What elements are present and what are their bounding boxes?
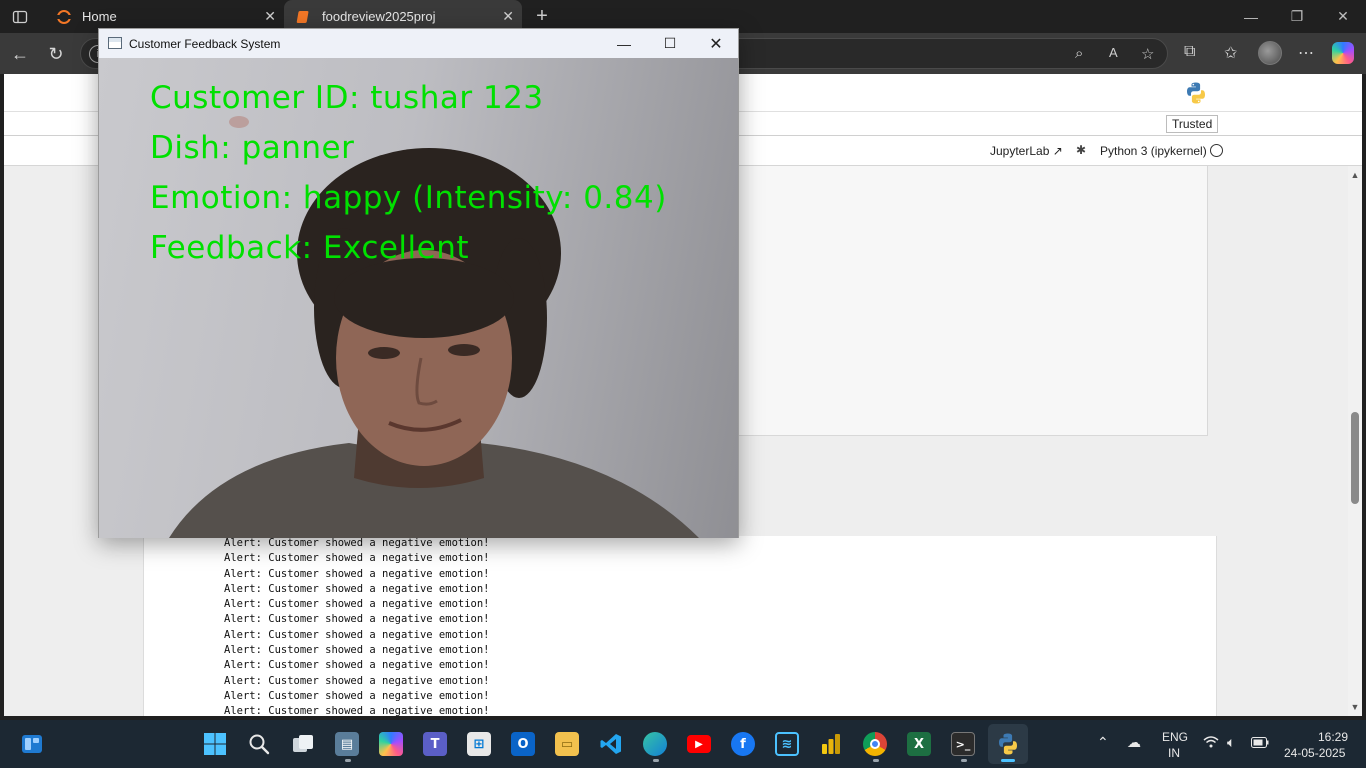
- refresh-icon[interactable]: ↻: [41, 39, 71, 69]
- minimize-icon[interactable]: —: [601, 29, 647, 58]
- extensions-icon[interactable]: ⧉: [1184, 43, 1195, 61]
- vscode-icon[interactable]: [595, 728, 627, 760]
- output-line: Alert: Customer showed a negative emotio…: [224, 582, 490, 595]
- output-line: Alert: Customer showed a negative emotio…: [224, 628, 490, 641]
- output-line: Alert: Customer showed a negative emotio…: [224, 552, 490, 565]
- edge-icon[interactable]: [639, 728, 671, 760]
- wifi-icon[interactable]: [1203, 736, 1219, 751]
- output-line: Alert: Customer showed a negative emotio…: [224, 674, 490, 687]
- region-code[interactable]: IN: [1168, 746, 1180, 760]
- notebook-cell[interactable]: [738, 166, 1208, 436]
- running-indicator: [961, 759, 967, 762]
- output-line: Alert: Customer showed a negative emotio…: [224, 598, 490, 611]
- minimize-icon[interactable]: —: [1228, 0, 1274, 33]
- widgets-icon[interactable]: [16, 728, 48, 760]
- terminal-icon[interactable]: >_: [947, 728, 979, 760]
- power-bi-icon[interactable]: [815, 728, 847, 760]
- window-title: Customer Feedback System: [129, 37, 281, 51]
- task-view-icon[interactable]: [287, 728, 319, 760]
- excel-icon[interactable]: X: [903, 728, 935, 760]
- favorites-icon[interactable]: ✩: [1224, 43, 1237, 63]
- desktop-app-icon[interactable]: ▤: [331, 728, 363, 760]
- output-log: Alert: Customer showed a negative emotio…: [224, 536, 490, 720]
- kernel-status-icon: [1210, 144, 1223, 157]
- output-line: Alert: Customer showed a negative emotio…: [224, 689, 490, 702]
- facebook-icon[interactable]: f: [727, 728, 759, 760]
- read-aloud-icon[interactable]: A: [1109, 45, 1118, 60]
- show-hidden-icons-icon[interactable]: ⌃: [1097, 734, 1109, 751]
- language-code[interactable]: ENG: [1162, 730, 1188, 744]
- output-line: Alert: Customer showed a negative emotio…: [224, 705, 490, 718]
- close-window-icon[interactable]: ✕: [1320, 0, 1366, 33]
- webcam-frame: Customer ID: tushar 123 Dish: panner Emo…: [99, 58, 738, 538]
- notebook-favicon-icon: [296, 9, 312, 25]
- back-icon[interactable]: ←: [5, 39, 35, 69]
- output-line: Alert: Customer showed a negative emotio…: [224, 659, 490, 672]
- scroll-up-icon[interactable]: ▲: [1350, 170, 1360, 180]
- teams-icon[interactable]: T: [419, 728, 451, 760]
- output-line: Alert: Customer showed a negative emotio…: [224, 567, 490, 580]
- output-line: Alert: Customer showed a negative emotio…: [224, 537, 490, 549]
- maximize-icon[interactable]: ☐: [647, 29, 693, 58]
- more-icon[interactable]: ⋯: [1298, 43, 1314, 63]
- window-app-icon: [108, 37, 122, 49]
- kernel-name[interactable]: Python 3 (ipykernel): [1100, 144, 1207, 158]
- tab-home-title: Home: [82, 9, 117, 24]
- jupyterlab-link[interactable]: JupyterLab ↗: [990, 144, 1063, 158]
- chrome-icon[interactable]: [859, 728, 891, 760]
- home-favicon-icon: [56, 9, 72, 25]
- close-tab-icon[interactable]: ✕: [502, 8, 514, 25]
- cell-output: Alert: Customer showed a negative emotio…: [143, 536, 1217, 717]
- close-tab-icon[interactable]: ✕: [264, 8, 276, 25]
- azure-data-studio-icon[interactable]: ≋: [771, 728, 803, 760]
- external-link-icon: ↗: [1052, 144, 1063, 158]
- file-explorer-icon[interactable]: ▭: [551, 728, 583, 760]
- output-line: Alert: Customer showed a negative emotio…: [224, 613, 490, 626]
- copilot-taskbar-icon[interactable]: [375, 728, 407, 760]
- window-titlebar[interactable]: Customer Feedback System — ☐ ✕: [99, 29, 738, 58]
- copilot-icon[interactable]: [1332, 42, 1354, 64]
- outlook-icon[interactable]: O: [507, 728, 539, 760]
- profile-avatar[interactable]: [1258, 41, 1282, 65]
- zoom-icon[interactable]: ⌕: [1075, 45, 1083, 62]
- overlay-emotion: Emotion: happy (Intensity: 0.84): [150, 180, 667, 216]
- running-indicator: [873, 759, 879, 762]
- start-icon[interactable]: [199, 728, 231, 760]
- active-indicator: [1001, 759, 1015, 762]
- scroll-down-icon[interactable]: ▼: [1350, 702, 1360, 712]
- overlay-dish: Dish: panner: [150, 130, 355, 166]
- clock-date[interactable]: 24-05-2025: [1284, 746, 1345, 760]
- search-icon[interactable]: [243, 728, 275, 760]
- onedrive-offline-icon[interactable]: ☁: [1127, 734, 1141, 751]
- clock-time[interactable]: 16:29: [1318, 730, 1348, 744]
- debugger-bug-icon[interactable]: ✱: [1076, 143, 1086, 157]
- trusted-badge[interactable]: Trusted: [1166, 115, 1219, 133]
- customer-feedback-window[interactable]: Customer Feedback System — ☐ ✕ Customer …: [98, 28, 739, 538]
- output-line: Alert: Customer showed a negative emotio…: [224, 644, 490, 657]
- overlay-feedback: Feedback: Excellent: [150, 230, 470, 266]
- scrollbar-thumb[interactable]: [1351, 412, 1359, 504]
- youtube-icon[interactable]: ▶: [683, 728, 715, 760]
- running-indicator: [345, 759, 351, 762]
- store-icon[interactable]: ⊞: [463, 728, 495, 760]
- restore-icon[interactable]: ❐: [1274, 0, 1320, 33]
- battery-icon[interactable]: [1251, 737, 1269, 751]
- vertical-scrollbar[interactable]: ▲ ▼: [1348, 166, 1362, 716]
- running-indicator: [653, 759, 659, 762]
- tab-foodreview-title: foodreview2025proj: [322, 9, 436, 24]
- python-app-icon[interactable]: [992, 728, 1024, 760]
- favorite-star-icon[interactable]: ☆: [1141, 45, 1154, 63]
- close-icon[interactable]: ✕: [693, 29, 739, 58]
- overlay-customer-id: Customer ID: tushar 123: [150, 80, 544, 116]
- python-logo-icon: [1184, 81, 1208, 105]
- volume-icon[interactable]: 🔈︎: [1227, 734, 1235, 751]
- jupyterlab-label: JupyterLab: [990, 144, 1050, 158]
- windows-taskbar: ▤ T ⊞ O ▭ ▶ f ≋ X >_ ⌃ ☁ ENG IN 🔈︎ 16:29…: [0, 720, 1366, 768]
- tab-actions-icon[interactable]: [0, 0, 40, 33]
